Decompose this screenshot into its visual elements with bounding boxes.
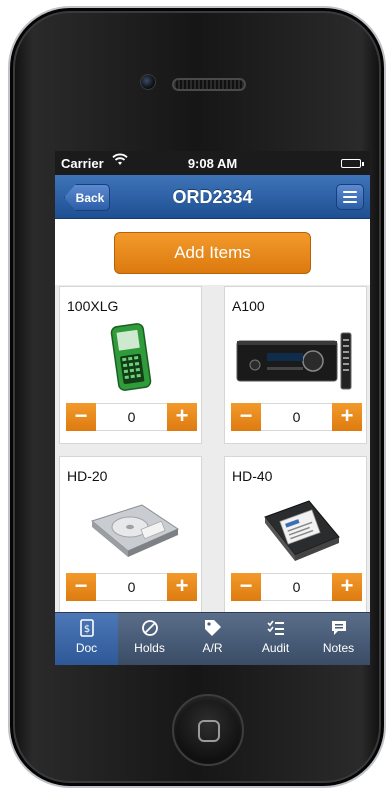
tab-label: A/R <box>202 641 223 655</box>
product-grid: 100XLG − 0 + A100 − 0 + HD-20 − 0 + HD-4… <box>59 286 370 612</box>
quantity-stepper: − 0 + <box>66 573 197 601</box>
tab-audit[interactable]: Audit <box>244 613 307 665</box>
product-card: HD-40 − 0 + <box>224 456 367 612</box>
menu-button[interactable] <box>336 184 364 210</box>
content-area[interactable]: Add Items 100XLG − 0 + A100 − 0 + HD-20 … <box>55 219 370 612</box>
product-name: HD-20 <box>67 468 108 484</box>
svg-text:$: $ <box>83 624 89 635</box>
tab-notes[interactable]: Notes <box>307 613 370 665</box>
page-title: ORD2334 <box>172 187 253 207</box>
menu-icon <box>343 191 357 193</box>
speech-bubble-icon <box>307 613 370 641</box>
decrement-button[interactable]: − <box>231 403 261 431</box>
quantity-stepper: − 0 + <box>66 403 197 431</box>
product-card: A100 − 0 + <box>224 286 367 444</box>
tab-label: Doc <box>75 641 98 655</box>
product-card: 100XLG − 0 + <box>59 286 202 444</box>
increment-button[interactable]: + <box>332 573 362 601</box>
quantity-value[interactable]: 0 <box>96 574 167 600</box>
quantity-value[interactable]: 0 <box>261 574 332 600</box>
tab-label: Holds <box>134 641 165 655</box>
tab-bar: $ Doc Holds A/R Audit Notes <box>55 612 370 665</box>
checklist-icon <box>244 613 307 641</box>
home-button[interactable] <box>172 694 244 766</box>
tab-label: Notes <box>322 641 355 655</box>
decrement-button[interactable]: − <box>66 573 96 601</box>
home-square-icon <box>198 720 220 742</box>
document-icon: $ <box>55 613 118 641</box>
status-bar: Carrier 9:08 AM <box>55 151 370 175</box>
tab-ar[interactable]: A/R <box>181 613 244 665</box>
camera-icon <box>140 74 156 90</box>
speaker-grille <box>172 78 246 91</box>
navigation-bar: Back ORD2334 <box>55 175 370 219</box>
phone-frame: Carrier 9:08 AM Back ORD2334 Add Items 1… <box>8 6 386 788</box>
battery-icon <box>341 159 364 168</box>
product-name: HD-40 <box>232 468 273 484</box>
tab-holds[interactable]: Holds <box>118 613 181 665</box>
av-receiver-image <box>236 321 352 395</box>
prohibited-icon <box>118 613 181 641</box>
increment-button[interactable]: + <box>332 403 362 431</box>
product-card: HD-20 − 0 + <box>59 456 202 612</box>
product-name: A100 <box>232 298 265 314</box>
quantity-stepper: − 0 + <box>231 573 362 601</box>
tag-icon <box>181 613 244 641</box>
add-items-button[interactable]: Add Items <box>114 232 311 274</box>
decrement-button[interactable]: − <box>231 573 261 601</box>
decrement-button[interactable]: − <box>66 403 96 431</box>
quantity-value[interactable]: 0 <box>261 404 332 430</box>
increment-button[interactable]: + <box>167 573 197 601</box>
tab-label: Audit <box>261 641 290 655</box>
tab-doc[interactable]: $ Doc <box>55 613 118 665</box>
app-screen: Carrier 9:08 AM Back ORD2334 Add Items 1… <box>55 151 370 665</box>
quantity-stepper: − 0 + <box>231 403 362 431</box>
product-name: 100XLG <box>67 298 119 314</box>
quantity-value[interactable]: 0 <box>96 404 167 430</box>
increment-button[interactable]: + <box>167 403 197 431</box>
hard-drive-image <box>247 491 347 565</box>
clock: 9:08 AM <box>187 156 238 171</box>
hard-drive-image <box>82 491 182 565</box>
green-phone-image <box>82 321 182 395</box>
